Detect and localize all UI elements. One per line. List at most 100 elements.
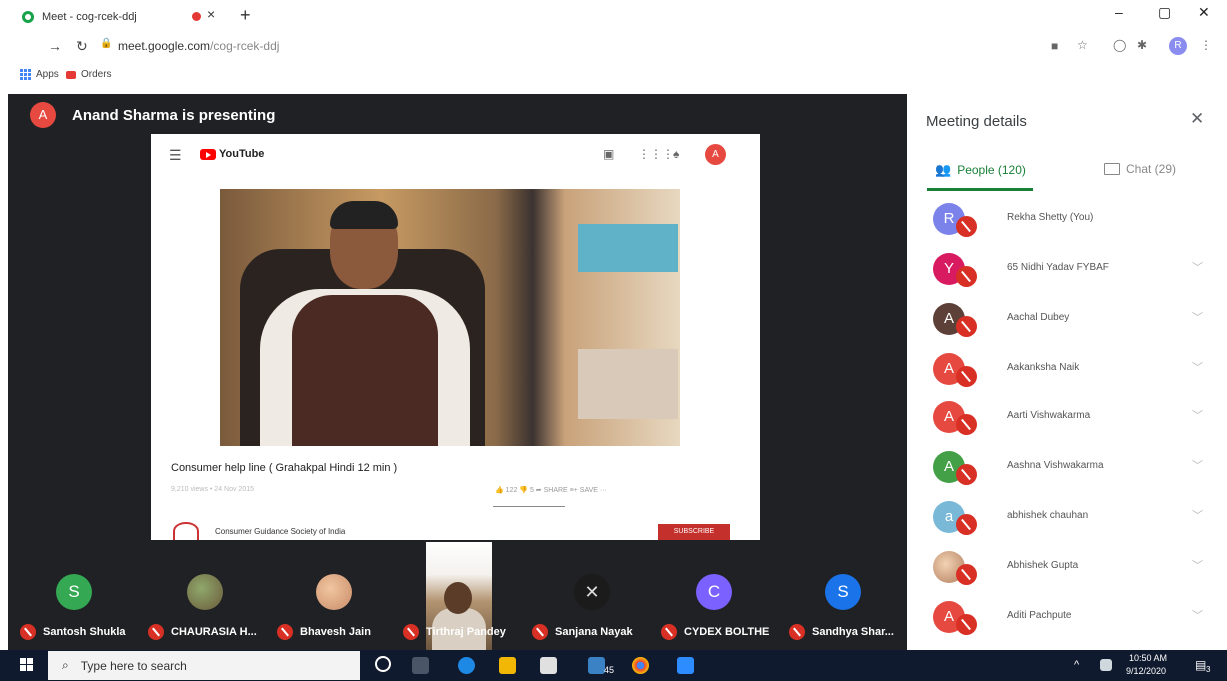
mail-icon[interactable] <box>588 657 605 674</box>
participant-name: Abhishek Gupta <box>1007 560 1079 571</box>
tab-title: Meet - cog-rcek-ddj <box>42 11 137 23</box>
youtube-avatar: A <box>705 144 726 165</box>
recording-dot-icon <box>192 12 201 21</box>
tab-chat-label: Chat (29) <box>1126 162 1177 176</box>
windows-start-icon[interactable] <box>20 658 33 671</box>
tile-avatar-santosh: S <box>56 574 92 610</box>
close-window-button[interactable]: ✕ <box>1198 4 1210 21</box>
video-meta: 9,210 views • 24 Nov 2015 <box>171 486 255 493</box>
bookmark-apps[interactable]: Apps <box>20 69 59 80</box>
url-text[interactable]: meet.google.com/cog-rcek-ddj <box>118 39 279 53</box>
tile-name-bhavesh: Bhavesh Jain <box>277 624 371 640</box>
youtube-logo: YouTube <box>200 148 264 160</box>
maximize-button[interactable]: ▢ <box>1158 4 1171 21</box>
tile-name-sanjana: Sanjana Nayak <box>532 624 633 640</box>
more-menu-icon[interactable]: ⋮ <box>1200 38 1212 52</box>
tile-photo-sanjana: ✕ <box>574 574 610 610</box>
meet-stage: A Anand Sharma is presenting ☰ YouTube ▣… <box>8 94 907 650</box>
mic-off-icon <box>532 624 548 640</box>
chevron-down-icon[interactable]: ﹀ <box>1192 309 1203 325</box>
chevron-down-icon[interactable]: ﹀ <box>1192 457 1203 473</box>
mic-off-icon <box>277 624 293 640</box>
edge-icon[interactable] <box>458 657 475 674</box>
browser-tab[interactable]: Meet - cog-rcek-ddj <box>22 7 137 27</box>
tab-people[interactable]: 👥 People (120) <box>935 162 1026 178</box>
chat-icon <box>1104 163 1120 175</box>
meeting-details-panel: Meeting details ✕ 👥 People (120) Chat (2… <box>907 94 1227 650</box>
chevron-up-icon[interactable]: ^ <box>1074 659 1079 671</box>
participant-row[interactable]: A Aakanksha Naik ﹀ <box>933 353 1213 387</box>
chevron-down-icon[interactable]: ﹀ <box>1192 407 1203 423</box>
participant-row[interactable]: Abhishek Gupta ﹀ <box>933 551 1213 585</box>
participant-name: abhishek chauhan <box>1007 510 1089 521</box>
network-icon[interactable] <box>1100 659 1112 671</box>
windows-taskbar: ⌕ Type here to search 45 ^ 10:50 AM 9/12… <box>0 650 1227 681</box>
tile-name-sandhya: Sandhya Shar... <box>789 624 894 640</box>
tab-chat[interactable]: Chat (29) <box>1104 162 1176 176</box>
tab-people-label: People (120) <box>957 163 1026 177</box>
profile-avatar[interactable]: R <box>1169 37 1187 55</box>
active-tab-indicator <box>927 188 1033 191</box>
chevron-down-icon[interactable]: ﹀ <box>1192 259 1203 275</box>
channel-logo-icon <box>173 522 199 540</box>
notification-count: 3 <box>1206 665 1211 674</box>
minimize-button[interactable]: – <box>1115 4 1123 20</box>
chevron-down-icon[interactable]: ﹀ <box>1192 507 1203 523</box>
new-tab-button[interactable]: + <box>240 5 251 26</box>
participant-name: Sandhya Shar... <box>812 626 894 638</box>
chevron-down-icon[interactable]: ﹀ <box>1192 557 1203 573</box>
participant-row[interactable]: Y 65 Nidhi Yadav FYBAF ﹀ <box>933 253 1213 287</box>
presenter-avatar: A <box>30 102 56 128</box>
bell-icon: ♠ <box>673 147 680 161</box>
participant-row[interactable]: A Aarti Vishwakarma ﹀ <box>933 401 1213 435</box>
mic-off-icon <box>956 316 977 337</box>
cortana-icon[interactable] <box>375 656 391 672</box>
taskbar-search-input[interactable]: ⌕ Type here to search <box>48 651 360 680</box>
mic-off-icon <box>956 614 977 635</box>
like-bar <box>493 506 565 507</box>
extension-circle-icon[interactable]: ◯ <box>1113 38 1126 52</box>
forward-arrow-icon[interactable]: → <box>48 38 62 54</box>
mic-off-icon <box>956 366 977 387</box>
browser-tab-strip: Meet - cog-rcek-ddj × + – ▢ ✕ <box>0 0 1227 34</box>
shelf-decoration-2 <box>578 349 678 419</box>
participant-tiles: S ✕ C S Santosh Shukla CHAURASIA H... Bh… <box>8 542 907 650</box>
clock-date[interactable]: 9/12/2020 <box>1126 666 1166 676</box>
participant-row[interactable]: R Rekha Shetty (You) <box>933 203 1213 237</box>
participant-row[interactable]: A Aditi Pachpute ﹀ <box>933 601 1213 635</box>
tile-name-chaurasia: CHAURASIA H... <box>148 624 257 640</box>
notification-icon[interactable]: ▤ <box>1195 658 1206 672</box>
mic-off-icon <box>403 624 419 640</box>
reload-icon[interactable]: ↻ <box>76 38 88 55</box>
chevron-down-icon[interactable]: ﹀ <box>1192 607 1203 623</box>
apps-icon: ⋮⋮⋮ <box>638 147 674 161</box>
mic-off-icon <box>956 564 977 585</box>
video-camera-icon: ▣ <box>603 147 615 161</box>
address-bar: → ↻ 🔒 meet.google.com/cog-rcek-ddj ■ ☆ ◯… <box>0 34 1227 60</box>
participant-row[interactable]: A Aachal Dubey ﹀ <box>933 303 1213 337</box>
lock-icon: 🔒 <box>100 38 113 49</box>
file-explorer-icon[interactable] <box>499 657 516 674</box>
shared-screen: ☰ YouTube ▣ ⋮⋮⋮ ♠ A Consumer help line (… <box>151 134 760 540</box>
task-view-icon[interactable] <box>412 657 429 674</box>
youtube-play-icon <box>200 148 216 160</box>
participant-row[interactable]: A Aashna Vishwakarma ﹀ <box>933 451 1213 485</box>
tab-close-button[interactable]: × <box>207 6 215 22</box>
chrome-icon[interactable] <box>632 657 649 674</box>
mic-off-icon <box>956 514 977 535</box>
participant-row[interactable]: a abhishek chauhan ﹀ <box>933 501 1213 535</box>
panel-close-button[interactable]: ✕ <box>1190 109 1204 129</box>
mic-off-icon <box>956 266 977 287</box>
bookmark-orders[interactable]: Orders <box>66 69 112 80</box>
clock-time[interactable]: 10:50 AM <box>1129 653 1167 663</box>
zoom-icon[interactable] <box>677 657 694 674</box>
mic-off-icon <box>956 414 977 435</box>
puzzle-icon[interactable]: ✱ <box>1137 38 1147 52</box>
star-icon[interactable]: ☆ <box>1077 38 1088 52</box>
store-icon[interactable] <box>540 657 557 674</box>
chevron-down-icon[interactable]: ﹀ <box>1192 359 1203 375</box>
participant-name: Aashna Vishwakarma <box>1007 460 1104 471</box>
participant-name: CYDEX BOLTHE <box>684 626 770 638</box>
presenter-text: Anand Sharma is presenting <box>72 106 276 124</box>
camera-icon[interactable]: ■ <box>1051 39 1058 53</box>
